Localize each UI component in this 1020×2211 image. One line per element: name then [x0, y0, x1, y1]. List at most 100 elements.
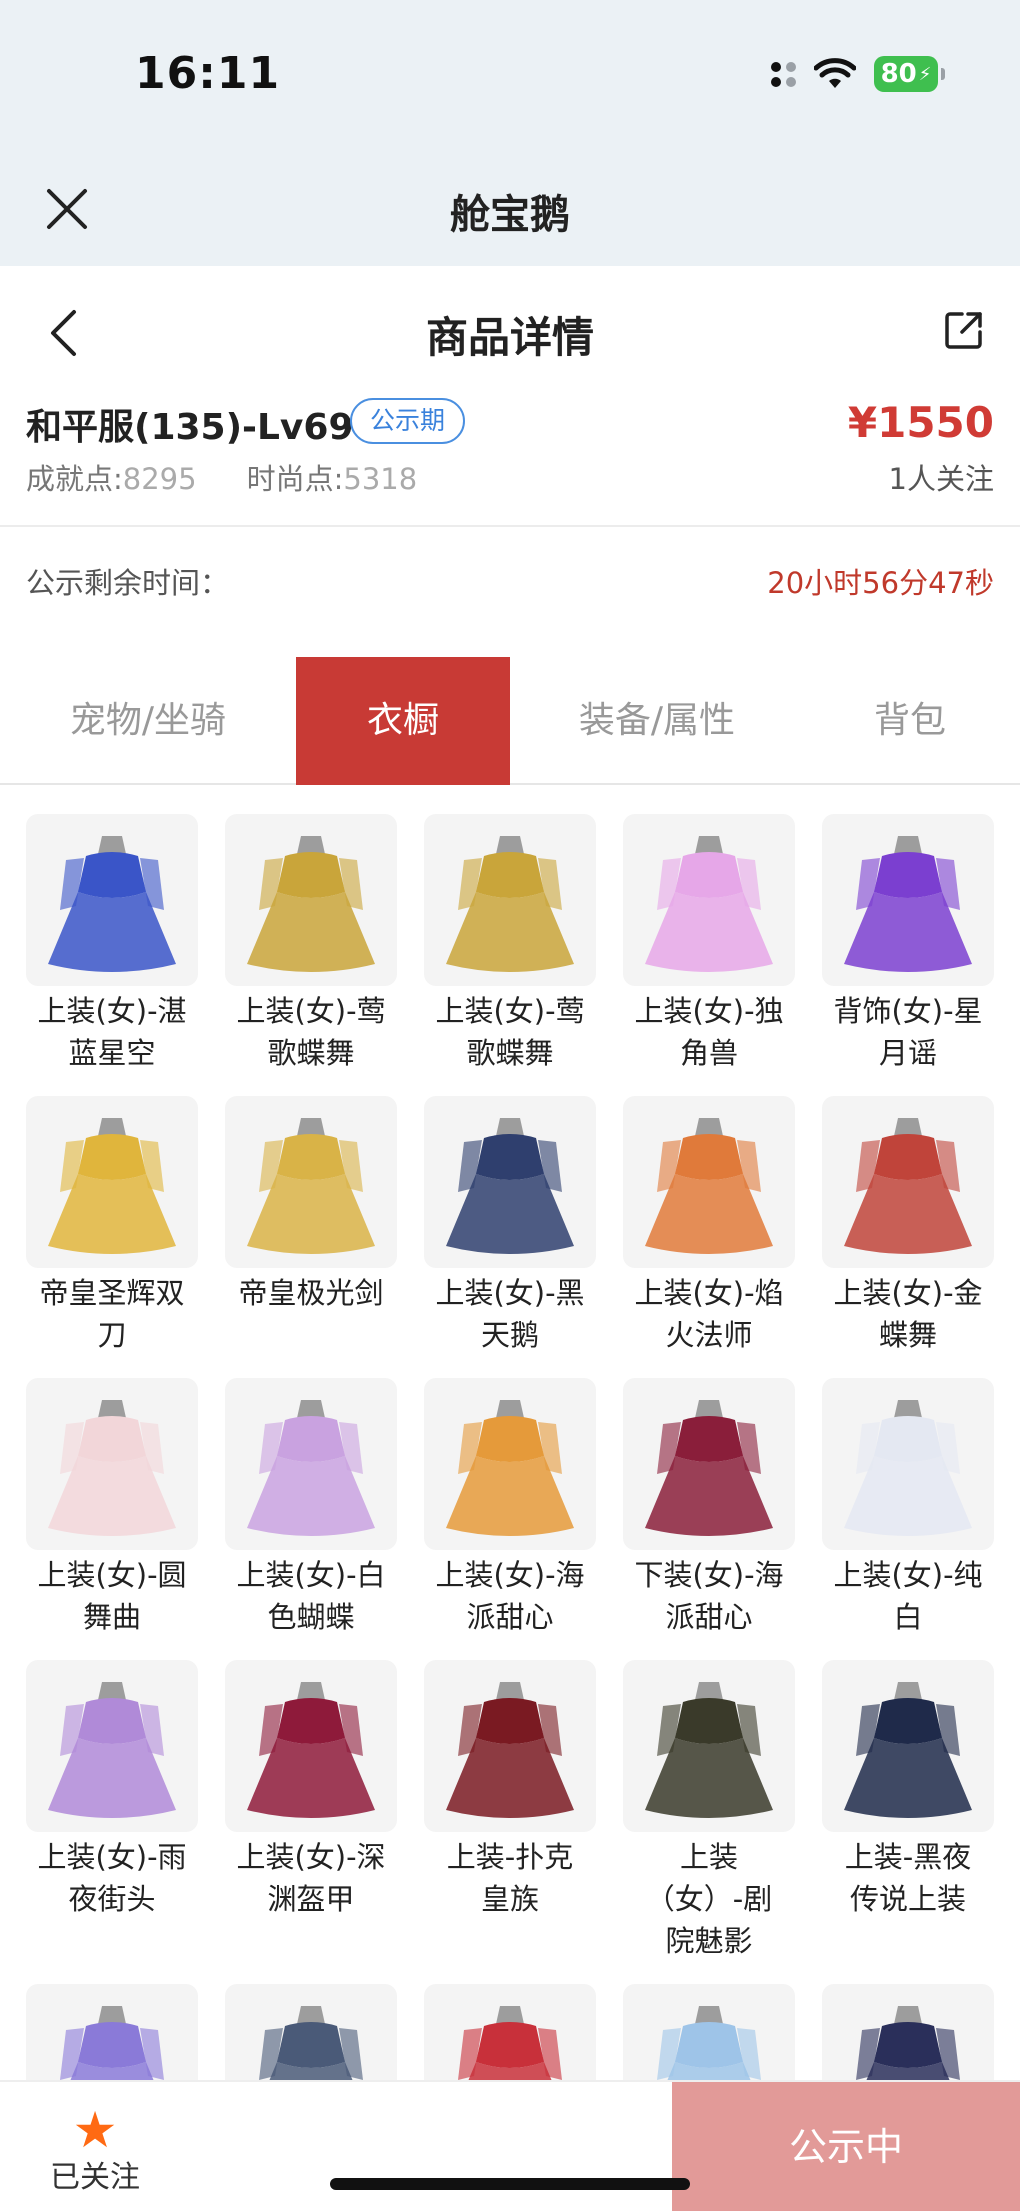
item-name-line: 上装(女)-莺: [435, 994, 585, 1028]
wardrobe-item[interactable]: 帝皇极光剑: [225, 1096, 397, 1314]
item-name-line: 白: [893, 1600, 923, 1634]
star-icon: ★: [72, 2101, 118, 2159]
item-name: 上装(女)-纯白: [822, 1554, 994, 1638]
item-thumbnail: [822, 814, 994, 986]
item-name: 帝皇极光剑: [225, 1272, 397, 1314]
item-name-line: 天鹅: [480, 1318, 539, 1352]
wardrobe-item[interactable]: 上装(女)-焰 火法师: [623, 1096, 795, 1356]
item-name: 上装-黑夜 传说上装: [822, 1836, 994, 1920]
fashion-label: 时尚点:: [246, 462, 344, 496]
battery-level: 80: [880, 59, 917, 89]
item-name-line: 下装(女)-海: [634, 1558, 784, 1592]
item-thumbnail: [225, 1096, 397, 1268]
item-name-line: 上装(女)-独: [634, 994, 784, 1028]
item-name-line: 渊盔甲: [267, 1882, 355, 1916]
item-thumbnail: [424, 1096, 596, 1268]
item-thumbnail: [424, 1378, 596, 1550]
item-name: 上装(女)-圆 舞曲: [26, 1554, 198, 1638]
item-thumbnail: [225, 814, 397, 986]
item-name-line: 上装(女)-焰: [634, 1276, 784, 1310]
item-name-line: 皇族: [480, 1882, 539, 1916]
item-name-line: 舞曲: [82, 1600, 141, 1634]
wardrobe-item[interactable]: 上装(女)-深 渊盔甲: [225, 1660, 397, 1920]
countdown-label: 公示剩余时间：: [26, 566, 230, 600]
wardrobe-item[interactable]: 上装(女)-莺 歌蝶舞: [225, 814, 397, 1074]
wardrobe-item[interactable]: 下装(女)-海 派甜心: [623, 1378, 795, 1638]
wardrobe-item[interactable]: 上装(女)-金 蝶舞: [822, 1096, 994, 1356]
item-name-line: 帝皇圣辉双: [39, 1276, 185, 1310]
item-name-line: 火法师: [665, 1318, 753, 1352]
item-thumbnail: [822, 1096, 994, 1268]
tab-equipment-attributes[interactable]: 装备/属性: [550, 657, 764, 785]
item-name-line: 上装(女)-白: [236, 1558, 386, 1592]
item-name-line: 蝶舞: [878, 1318, 937, 1352]
wardrobe-item[interactable]: 上装(女)-雨 夜街头: [26, 1660, 198, 1920]
wardrobe-item[interactable]: 帝皇圣辉双刀: [26, 1096, 198, 1356]
item-name: 下装(女)-海 派甜心: [623, 1554, 795, 1638]
item-name-line: 上装(女)-雨: [37, 1840, 187, 1874]
item-name-line: 派甜心: [466, 1600, 554, 1634]
product-name: 和平服(135)-Lv69: [26, 407, 354, 448]
follower-count: 1人关注: [888, 462, 994, 496]
status-icons: 80 ⚡: [771, 52, 945, 96]
product-stats: 成就点:8295 时尚点:5318: [26, 456, 417, 498]
item-name: 上装(女)-深 渊盔甲: [225, 1836, 397, 1920]
wardrobe-item[interactable]: 上装(女)-圆 舞曲: [26, 1378, 198, 1638]
item-name: 帝皇圣辉双刀: [26, 1272, 198, 1356]
item-name-line: 歌蝶舞: [267, 1036, 355, 1070]
item-name-line: 上装-黑夜: [844, 1840, 972, 1874]
wardrobe-item[interactable]: 上装(女)-海 派甜心: [424, 1378, 596, 1638]
item-thumbnail: [822, 1660, 994, 1832]
item-name-line: 色蝴蝶: [267, 1600, 355, 1634]
item-thumbnail: [26, 1660, 198, 1832]
item-name-line: 上装-扑克: [446, 1840, 574, 1874]
item-name-line: 上装(女)-纯: [833, 1558, 983, 1592]
wifi-icon: [814, 58, 856, 90]
wardrobe-item[interactable]: 上装(女)-白 色蝴蝶: [225, 1378, 397, 1638]
wardrobe-item[interactable]: 上装(女)-湛 蓝星空: [26, 814, 198, 1074]
tab-pets-mounts[interactable]: 宠物/坐骑: [40, 657, 256, 785]
wardrobe-item[interactable]: 上装(女)-黑 天鹅: [424, 1096, 596, 1356]
item-name-line: 歌蝶舞: [466, 1036, 554, 1070]
item-thumbnail: [26, 1378, 198, 1550]
share-icon[interactable]: [944, 310, 984, 350]
tab-wardrobe[interactable]: 衣橱: [296, 657, 510, 785]
status-button[interactable]: 公示中: [672, 2082, 1020, 2211]
achievement-value: 8295: [122, 462, 197, 496]
item-name: 上装(女)-焰 火法师: [623, 1272, 795, 1356]
item-name-line: 上装(女)-金: [833, 1276, 983, 1310]
item-name: 上装(女)-黑 天鹅: [424, 1272, 596, 1356]
item-name-line: 角兽: [679, 1036, 738, 1070]
item-thumbnail: [26, 1096, 198, 1268]
item-name: 背饰(女)-星 月谣: [822, 990, 994, 1074]
item-name-line: 月谣: [878, 1036, 937, 1070]
product-price: ¥1550: [847, 398, 994, 447]
item-name-line: 刀: [97, 1318, 127, 1352]
item-name-line: 上装: [679, 1840, 738, 1874]
item-name: 上装(女)-莺 歌蝶舞: [225, 990, 397, 1074]
wardrobe-item[interactable]: 背饰(女)-星 月谣: [822, 814, 994, 1074]
cellular-signal-icon: [771, 61, 796, 87]
wardrobe-item[interactable]: 上装-扑克皇族: [424, 1660, 596, 1920]
item-name-line: 上装(女)-黑: [435, 1276, 585, 1310]
item-name-line: 上装(女)-深: [236, 1840, 386, 1874]
item-thumbnail: [623, 1378, 795, 1550]
item-thumbnail: [623, 1660, 795, 1832]
item-thumbnail: [26, 814, 198, 986]
wardrobe-item[interactable]: 上装(女)-纯白: [822, 1378, 994, 1638]
item-name-line: 背饰(女)-星: [833, 994, 983, 1028]
wardrobe-item[interactable]: 上装(女)-莺 歌蝶舞: [424, 814, 596, 1074]
item-thumbnail: [623, 814, 795, 986]
wardrobe-item[interactable]: 上装 （女）-剧 院魅影: [623, 1660, 795, 1962]
item-name: 上装(女)-白 色蝴蝶: [225, 1554, 397, 1638]
item-name-line: 派甜心: [665, 1600, 753, 1634]
countdown-value: 20小时56分47秒: [767, 566, 994, 600]
item-name: 上装(女)-海 派甜心: [424, 1554, 596, 1638]
tab-backpack[interactable]: 背包: [830, 657, 990, 785]
follow-button[interactable]: ★ 已关注: [48, 2102, 142, 2198]
item-name-line: 上装(女)-莺: [236, 994, 386, 1028]
wardrobe-item[interactable]: 上装(女)-独 角兽: [623, 814, 795, 1074]
item-name-line: 上装(女)-圆: [37, 1558, 187, 1592]
wardrobe-item[interactable]: 上装-黑夜 传说上装: [822, 1660, 994, 1920]
fashion-value: 5318: [343, 462, 418, 496]
